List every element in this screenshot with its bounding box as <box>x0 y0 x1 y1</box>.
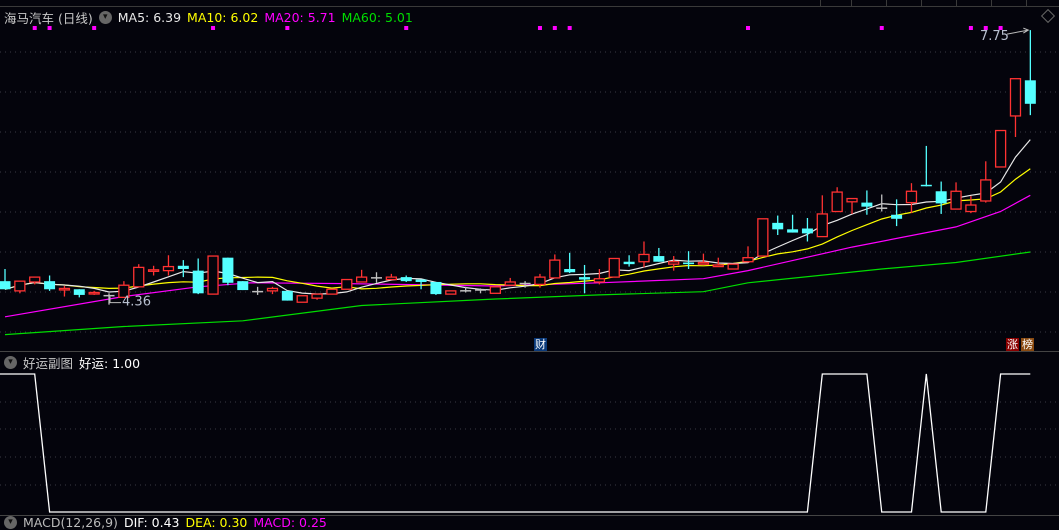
candle-body <box>623 261 635 265</box>
candle-body <box>564 269 576 273</box>
signal-dot <box>746 26 750 30</box>
candle-body <box>846 197 858 203</box>
candle-body <box>757 218 769 257</box>
candle-body <box>400 277 412 282</box>
candle-body <box>549 259 561 279</box>
candle-body <box>385 276 398 281</box>
candle-body <box>920 184 932 187</box>
candle-body <box>905 190 918 204</box>
candle-body <box>742 257 754 263</box>
ma60-label: MA60: 5.01 <box>341 10 413 25</box>
candle-body <box>787 229 799 233</box>
candle-body <box>638 253 650 263</box>
limit-up-badge[interactable]: 涨 <box>1006 338 1019 351</box>
candle-body <box>861 202 873 207</box>
candle-body <box>831 191 843 213</box>
candle-body <box>727 263 739 270</box>
candle-body <box>504 281 516 286</box>
candle-body <box>355 276 368 283</box>
low-price-label: 4.36 <box>122 295 151 310</box>
candle-body <box>222 257 234 283</box>
subpanel-value: 好运: 1.00 <box>79 356 141 371</box>
subpanel-title: 好运副图 <box>23 356 74 371</box>
candle-body <box>935 191 947 204</box>
candle-body <box>593 278 606 283</box>
candle-body <box>371 277 382 279</box>
candle-body <box>965 204 977 213</box>
candle-body <box>653 256 665 262</box>
candle-body <box>415 279 427 282</box>
signal-dot <box>968 26 973 30</box>
candle-body <box>801 228 813 234</box>
ranking-badge[interactable]: 榜 <box>1021 338 1034 351</box>
signal-dot <box>567 26 572 30</box>
candle-body <box>29 276 41 283</box>
ma60-line <box>4 251 1031 336</box>
stock-title: 海马汽车 (日线) <box>4 11 93 26</box>
stock-chart[interactable]: 7.75 4.36 <box>0 0 1059 523</box>
candle-body <box>950 190 962 210</box>
candle-body <box>772 222 784 230</box>
candle-body <box>460 290 472 292</box>
signal-dot <box>552 26 557 30</box>
candle-body <box>0 281 11 290</box>
signal-dot <box>879 26 884 30</box>
candle-body <box>88 291 100 295</box>
ma5-label: MA5: 6.39 <box>117 10 182 25</box>
candle-body <box>326 288 338 295</box>
candle-body <box>58 287 71 291</box>
candle-body <box>14 280 26 292</box>
candle-body <box>683 262 695 265</box>
candle-body <box>489 286 502 294</box>
candle-body <box>281 290 293 301</box>
candle-body <box>44 281 56 290</box>
candle-body <box>1024 80 1036 104</box>
subpanel-header: ▾ 好运副图 好运: 1.00 <box>4 353 140 372</box>
candle-body <box>133 266 145 288</box>
candle-body <box>579 277 591 280</box>
ma20-label: MA20: 5.71 <box>264 10 336 25</box>
candle-body <box>876 207 888 209</box>
candle-body <box>891 214 903 219</box>
candle-body <box>994 129 1007 168</box>
candle-body <box>519 282 531 285</box>
chevron-down-icon[interactable]: ▾ <box>4 356 17 369</box>
candle-body <box>1009 78 1022 117</box>
candle-body <box>296 295 308 303</box>
candle-body <box>816 213 828 238</box>
candle-body <box>207 255 219 295</box>
candle-body <box>697 261 710 265</box>
candle-body <box>668 261 680 265</box>
candle-body <box>237 281 249 291</box>
candle-body <box>177 265 189 270</box>
candle-body <box>192 270 204 294</box>
candle-body <box>162 265 175 272</box>
candle-body <box>311 293 323 299</box>
candle-body <box>341 278 353 290</box>
candle-body <box>252 290 264 293</box>
chevron-down-icon[interactable]: ▾ <box>98 11 112 24</box>
candle-body <box>445 290 457 295</box>
ma10-label: MA10: 6.02 <box>187 10 259 25</box>
candle-body <box>430 281 442 295</box>
candle-body <box>103 294 115 297</box>
candle-body <box>534 276 546 286</box>
high-price-label: 7.75 <box>980 29 1009 44</box>
candle-body <box>147 269 160 272</box>
candle-body <box>712 264 724 268</box>
price-panel-header: 海马汽车 (日线) ▾ MA5: 6.39 MA10: 6.02 MA20: 5… <box>4 8 413 27</box>
high-arrow <box>1006 27 1030 35</box>
candle-body <box>475 289 487 291</box>
candle-body <box>73 289 85 295</box>
signal-dot <box>537 26 542 30</box>
haoyun-line <box>0 373 1031 513</box>
candle-body <box>608 257 620 278</box>
candle-body <box>266 287 279 292</box>
finance-badge[interactable]: 财 <box>533 338 547 351</box>
candle-body <box>980 179 992 202</box>
